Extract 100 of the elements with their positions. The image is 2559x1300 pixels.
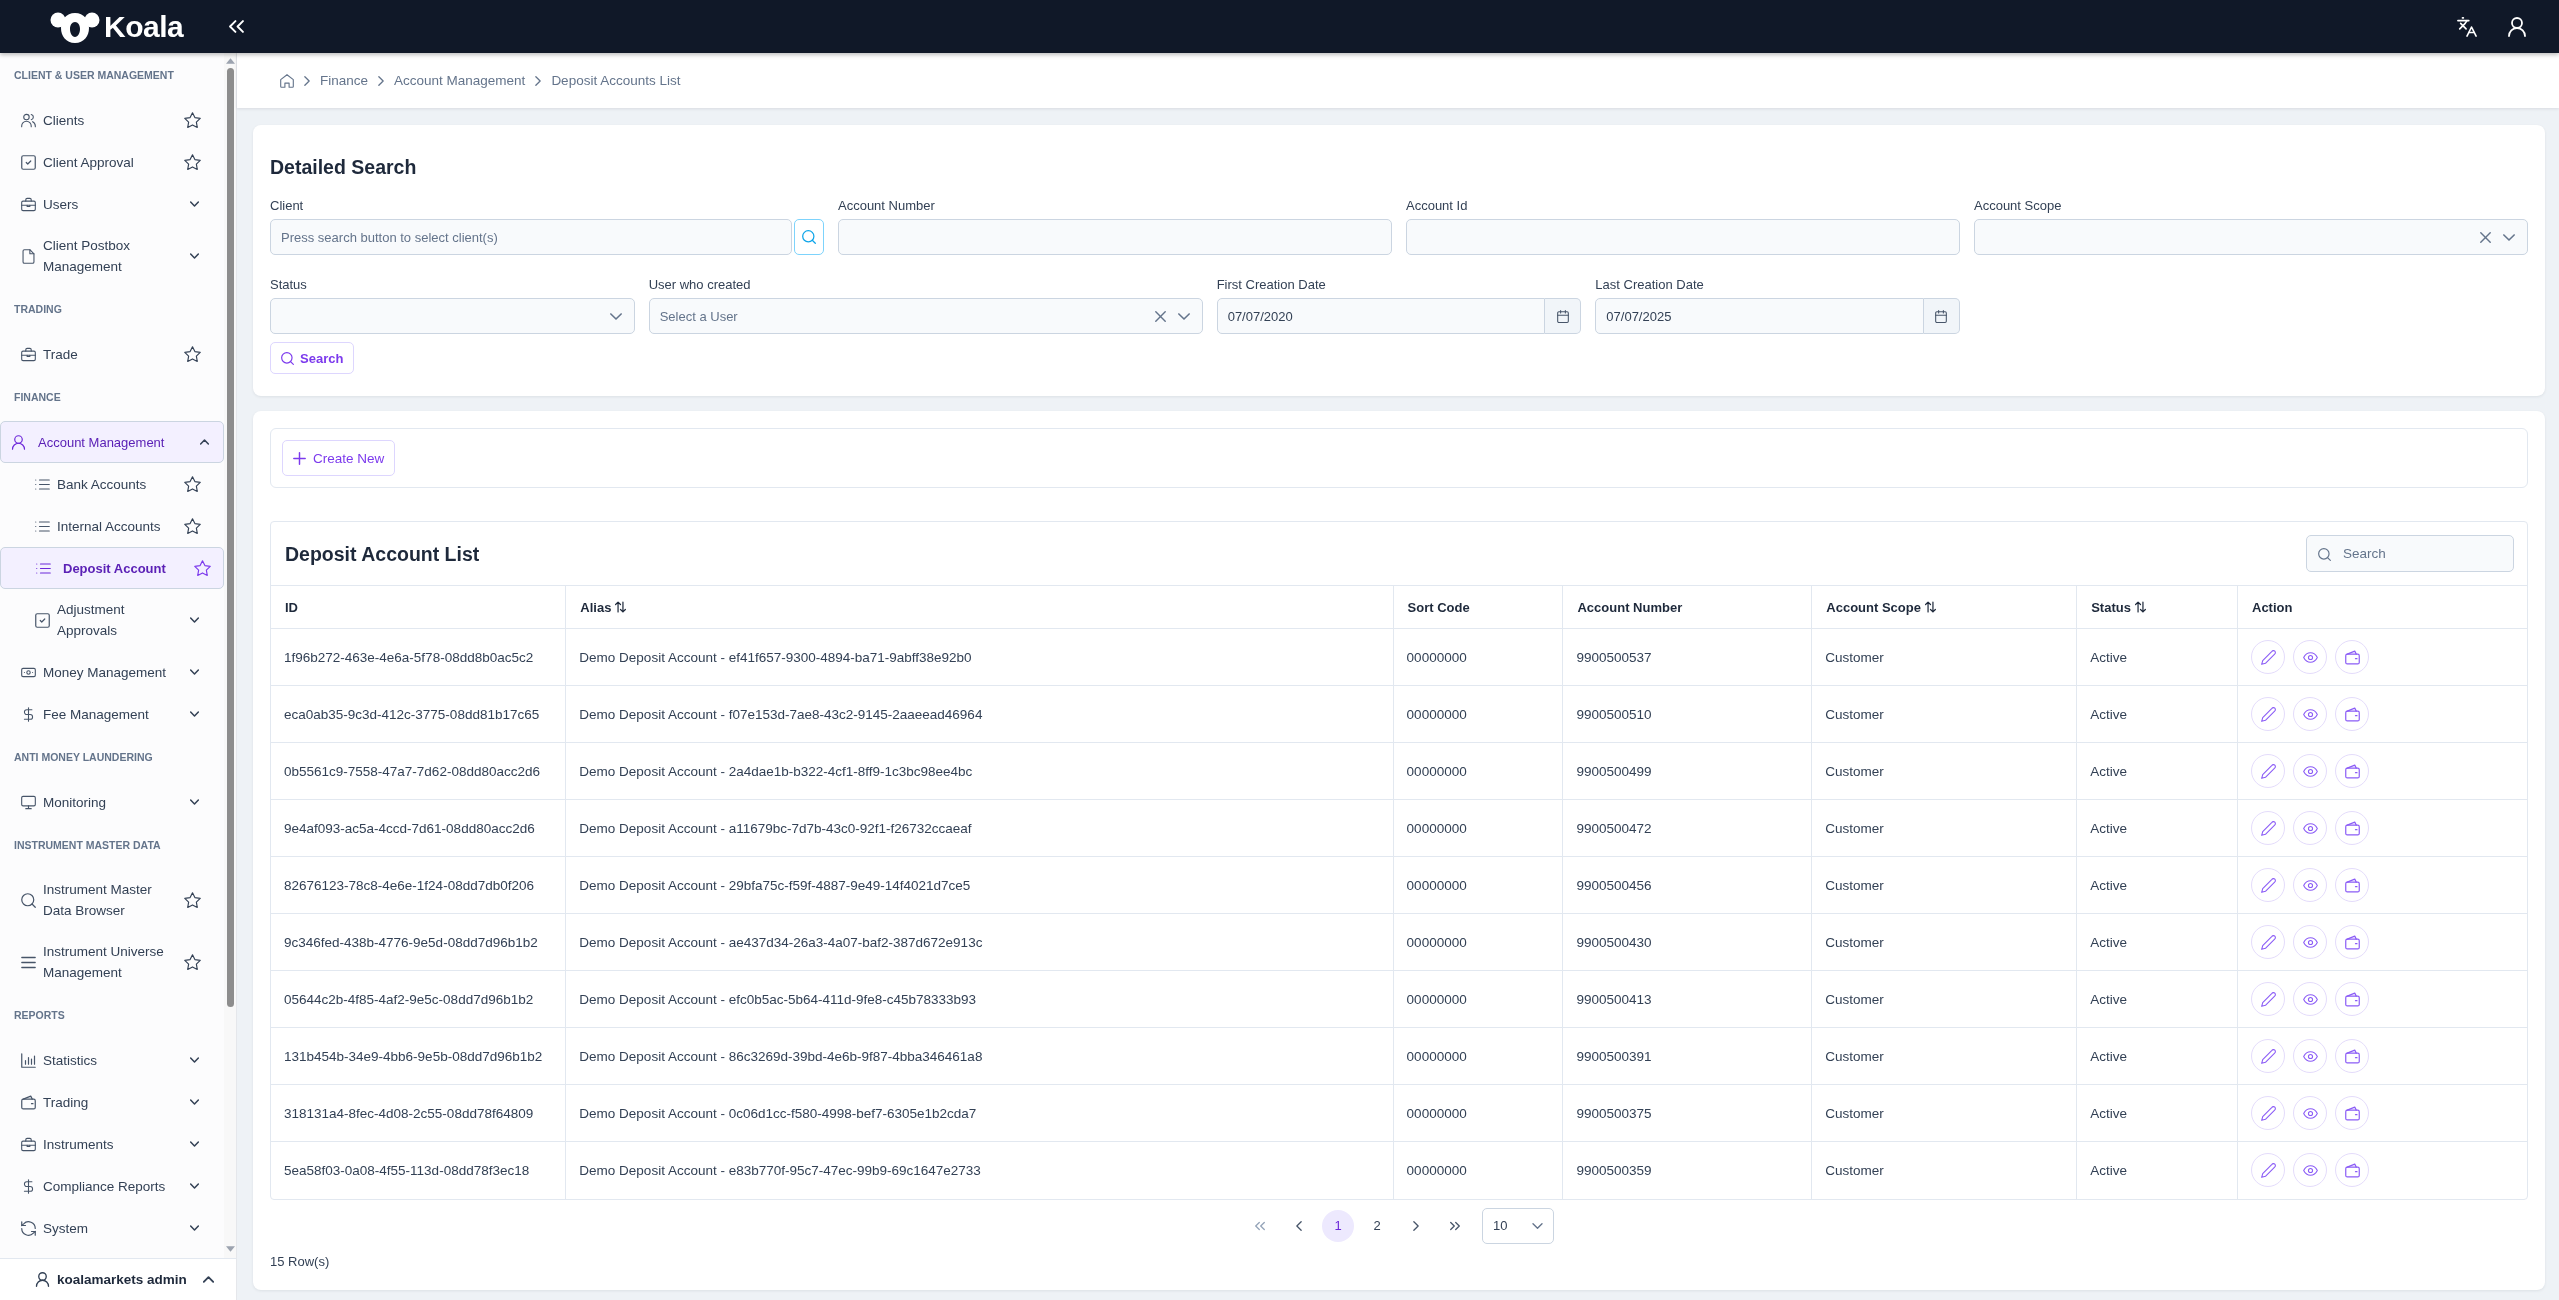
calendar-button[interactable] <box>1924 298 1960 334</box>
sidebar-item[interactable]: Adjustment Approvals <box>0 589 224 651</box>
breadcrumb-link[interactable]: Finance <box>320 73 369 88</box>
double-chevron-left-icon[interactable] <box>1255 1220 1265 1231</box>
view-button[interactable] <box>2293 1039 2327 1073</box>
sidebar-item[interactable]: Statistics <box>0 1039 224 1081</box>
search-button[interactable] <box>794 219 824 255</box>
page-button[interactable]: 1 <box>1322 1209 1354 1242</box>
wallet-button[interactable] <box>2335 1153 2369 1188</box>
view-button[interactable] <box>2293 982 2327 1016</box>
edit-button[interactable] <box>2251 1096 2285 1130</box>
wallet-button[interactable] <box>2335 1096 2369 1130</box>
sidebar-item[interactable]: Instruments <box>0 1123 224 1165</box>
wallet-button[interactable] <box>2335 925 2369 959</box>
home-icon[interactable] <box>280 73 294 88</box>
scroll-down-icon[interactable] <box>225 1246 235 1252</box>
sidebar-item[interactable]: Client Postbox Management <box>0 225 224 287</box>
view-button[interactable] <box>2293 925 2327 959</box>
input-field[interactable] <box>1406 219 1960 255</box>
clear-icon[interactable] <box>1154 310 1166 322</box>
wallet-button[interactable] <box>2335 754 2369 788</box>
edit-button[interactable] <box>2251 640 2285 674</box>
user-icon[interactable] <box>2507 16 2527 37</box>
clear-icon[interactable] <box>2480 231 2491 243</box>
chevron-left-icon[interactable] <box>1296 1220 1302 1231</box>
page-size-select[interactable]: 10 <box>1482 1207 1554 1244</box>
date-input[interactable]: 07/07/2025 <box>1595 298 1924 334</box>
star-icon[interactable] <box>184 475 201 493</box>
edit-button[interactable] <box>2251 925 2285 959</box>
sidebar-item[interactable]: Instrument Master Data Browser <box>0 869 224 931</box>
sidebar-item[interactable]: Instrument Universe Management <box>0 931 224 993</box>
star-icon[interactable] <box>184 111 201 129</box>
view-button[interactable] <box>2293 1096 2327 1130</box>
wallet-button[interactable] <box>2335 1039 2369 1073</box>
sidebar-item[interactable]: Account Management <box>0 421 224 463</box>
sidebar-item[interactable]: Internal Accounts <box>0 505 224 547</box>
sidebar-item[interactable]: Deposit Account <box>0 547 224 589</box>
edit-button[interactable] <box>2251 982 2285 1016</box>
wallet-button[interactable] <box>2335 811 2369 845</box>
sidebar-item[interactable]: System <box>0 1207 224 1249</box>
translate-icon[interactable] <box>2457 16 2477 37</box>
search-button[interactable]: Search <box>270 342 355 374</box>
star-icon[interactable] <box>184 345 201 363</box>
dropdown-field[interactable] <box>1974 219 2528 255</box>
edit-button[interactable] <box>2251 868 2285 902</box>
wallet-button[interactable] <box>2335 697 2369 731</box>
wallet-button[interactable] <box>2335 868 2369 902</box>
column-header[interactable]: Account Scope <box>1811 585 2077 629</box>
sort-icon[interactable] <box>1924 600 1936 614</box>
wallet-button[interactable] <box>2335 982 2369 1016</box>
wallet-button[interactable] <box>2335 640 2369 674</box>
edit-button[interactable] <box>2251 811 2285 845</box>
sort-icon[interactable] <box>615 600 627 614</box>
double-chevron-right-icon[interactable] <box>1450 1220 1460 1231</box>
calendar-button[interactable] <box>1545 298 1582 334</box>
sidebar-item[interactable]: Client Approval <box>0 141 224 183</box>
table-cell: Customer <box>1811 1084 2077 1142</box>
date-input[interactable]: 07/07/2020 <box>1216 298 1546 334</box>
scrollbar[interactable] <box>224 53 236 1258</box>
input-field[interactable]: Press search button to select client(s) <box>270 219 792 255</box>
star-icon[interactable] <box>184 153 201 171</box>
edit-button[interactable] <box>2251 1153 2285 1188</box>
sidebar-item[interactable]: Monitoring <box>0 781 224 823</box>
view-button[interactable] <box>2293 811 2327 845</box>
view-button[interactable] <box>2293 1153 2327 1188</box>
dropdown-field[interactable]: Select a User <box>648 298 1203 334</box>
star-icon[interactable] <box>184 891 201 909</box>
edit-button[interactable] <box>2251 697 2285 731</box>
sort-icon[interactable] <box>2134 600 2146 614</box>
create-new-button[interactable]: Create New <box>282 440 396 476</box>
star-icon[interactable] <box>184 953 201 971</box>
star-icon[interactable] <box>184 517 201 535</box>
table-cell: Customer <box>1811 1141 2077 1199</box>
column-header[interactable]: Alias <box>565 585 1394 629</box>
star-icon[interactable] <box>194 559 211 577</box>
edit-button[interactable] <box>2251 754 2285 788</box>
view-button[interactable] <box>2293 754 2327 788</box>
sidebar-item[interactable]: Compliance Reports <box>0 1165 224 1207</box>
sidebar-item[interactable]: Trading <box>0 1081 224 1123</box>
sidebar-item[interactable]: Fee Management <box>0 693 224 735</box>
view-button[interactable] <box>2293 868 2327 902</box>
sidebar-item[interactable]: Clients <box>0 99 224 141</box>
sidebar-item[interactable]: Bank Accounts <box>0 463 224 505</box>
chevron-right-icon[interactable] <box>1413 1220 1419 1231</box>
sidebar-item[interactable]: Trade <box>0 333 224 375</box>
sidebar-item[interactable]: Users <box>0 183 224 225</box>
scroll-up-icon[interactable] <box>225 58 235 64</box>
collapse-sidebar-icon[interactable] <box>229 20 244 33</box>
input-field[interactable] <box>838 219 1392 255</box>
sidebar-item[interactable]: Money Management <box>0 651 224 693</box>
column-header: Account Number <box>1563 585 1812 629</box>
view-button[interactable] <box>2293 640 2327 674</box>
column-header[interactable]: Status <box>2076 585 2238 629</box>
breadcrumb-link[interactable]: Account Management <box>394 73 526 88</box>
dropdown-field[interactable] <box>270 298 635 334</box>
view-button[interactable] <box>2293 697 2327 731</box>
page-button[interactable]: 2 <box>1361 1209 1393 1242</box>
table-cell: Demo Deposit Account - 86c3269d-39bd-4e6b-9f87-4bba346461a8 <box>565 1027 1394 1085</box>
search-field[interactable]: Search <box>2306 535 2514 572</box>
edit-button[interactable] <box>2251 1039 2285 1073</box>
